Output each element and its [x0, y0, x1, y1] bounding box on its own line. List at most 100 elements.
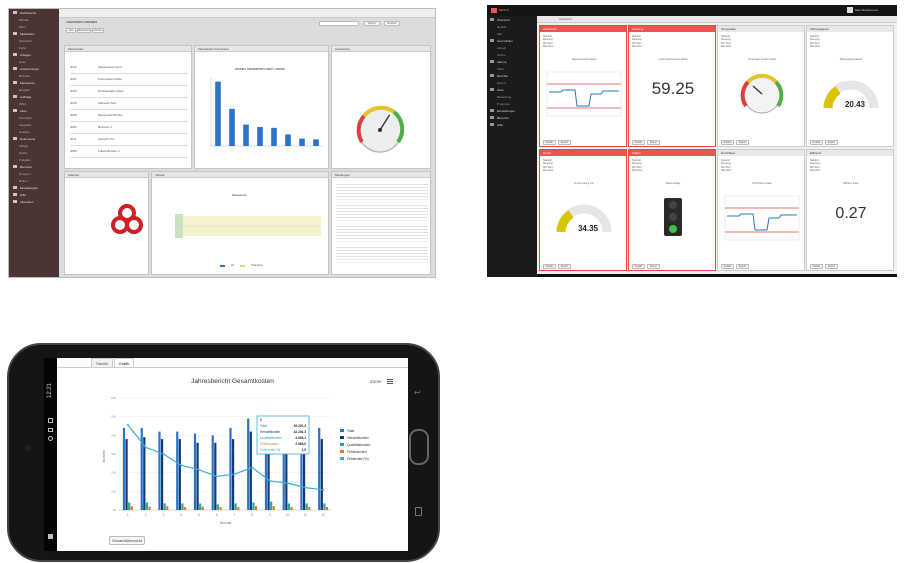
back-icon[interactable]: ↩ [414, 388, 421, 397]
sidebar-item[interactable]: Auswertungen [9, 65, 59, 72]
sidebar-item[interactable]: Übersicht [487, 16, 537, 23]
kpi-card[interactable]: Temperatur Standort Messung Min Wert Max Wer… [717, 25, 805, 147]
tab-overview[interactable]: Übersicht [559, 18, 572, 22]
card-button[interactable]: Export [736, 140, 749, 145]
bar[interactable] [229, 427, 232, 510]
card-button[interactable]: Export [558, 264, 571, 269]
bar[interactable] [299, 138, 305, 146]
bar[interactable] [285, 134, 291, 146]
menu-icon[interactable] [387, 379, 393, 384]
bar[interactable] [122, 427, 126, 510]
bar[interactable] [193, 433, 197, 510]
bar[interactable] [252, 502, 255, 510]
sidebar-item[interactable]: Ziele [9, 107, 59, 114]
table-row[interactable]: 0012 Wasserwerk Nord [70, 62, 188, 74]
news-item[interactable] [336, 182, 428, 200]
print-button[interactable]: Drucken [384, 21, 400, 26]
sidebar-item[interactable]: Kennzahl [9, 114, 59, 121]
sidebar-item[interactable]: Details [487, 23, 537, 30]
sidebar-item[interactable]: Rollen [9, 177, 59, 184]
sidebar-item[interactable]: Alle [487, 30, 537, 37]
card-button[interactable]: Export [647, 140, 660, 145]
bar[interactable] [163, 503, 166, 510]
sidebar-item[interactable]: Dashboards [9, 9, 59, 16]
news-item[interactable] [336, 224, 428, 242]
kpi-card[interactable]: Wirkungsgrad Standort Messung Min Wert Max W… [806, 25, 894, 147]
bar[interactable] [325, 507, 329, 510]
bar[interactable] [145, 502, 149, 510]
sidebar-item[interactable]: Module [9, 16, 59, 23]
sidebar-item[interactable]: Abmelden [9, 198, 59, 205]
bar[interactable] [178, 439, 181, 510]
card-button[interactable]: Details [632, 264, 645, 269]
bar[interactable] [287, 503, 291, 510]
bar[interactable] [323, 503, 326, 510]
card-button[interactable]: Export [736, 264, 749, 269]
news-item[interactable] [336, 203, 428, 221]
avatar[interactable] [847, 7, 853, 13]
sidebar-item[interactable]: Einstellungen [487, 107, 537, 114]
sidebar-item[interactable]: Suche [9, 149, 59, 156]
sidebar-item[interactable]: Aktuell [487, 44, 537, 51]
bar[interactable] [216, 504, 220, 510]
card-button[interactable]: Details [632, 140, 645, 145]
table-row[interactable]: 0058 Messpunkt Brücke [70, 110, 188, 122]
table-row[interactable]: 0063 Brunnen 4 [70, 122, 188, 134]
table-row[interactable]: 0045 Klärwerk Süd [70, 98, 188, 110]
overview-button[interactable]: Gesamtübersicht [109, 536, 145, 545]
bar[interactable] [158, 431, 161, 510]
sidebar-item[interactable]: Benutzer [487, 114, 537, 121]
sidebar-item[interactable]: Berichte [9, 72, 59, 79]
bar[interactable] [254, 506, 258, 510]
bar[interactable] [201, 506, 204, 510]
bar[interactable] [140, 427, 143, 510]
sidebar-item[interactable]: Vergleich [9, 121, 59, 128]
sidebar-item[interactable]: Dokumente [9, 135, 59, 142]
card-button[interactable]: Details [810, 140, 823, 145]
bar[interactable] [125, 439, 128, 510]
bar[interactable] [272, 506, 275, 510]
sidebar-item[interactable]: Kennzahlen [487, 37, 537, 44]
menu-key-icon[interactable] [415, 507, 422, 516]
sidebar-item[interactable]: Benutzer [9, 163, 59, 170]
tab-table[interactable]: Tabelle [91, 358, 113, 367]
new-button[interactable]: Neu [66, 28, 76, 33]
card-button[interactable]: Details [721, 140, 734, 145]
kpi-card[interactable]: Durchfluss Standort Messung Min Wert Max Wer… [717, 149, 805, 271]
sidebar-item[interactable]: Export [487, 79, 537, 86]
bar[interactable] [176, 431, 179, 510]
sidebar-item[interactable]: Eingabe [9, 86, 59, 93]
bar[interactable] [211, 435, 214, 510]
kpi-card[interactable]: Leistung Standort Messung Min Wert Max Wert L… [628, 25, 716, 147]
sidebar-item[interactable]: Analyse [9, 128, 59, 135]
zoom-label[interactable]: Zoom [370, 379, 382, 384]
sidebar-item[interactable]: Messwerte [9, 79, 59, 86]
bar[interactable] [128, 502, 131, 510]
bar[interactable] [249, 431, 252, 510]
bar[interactable] [215, 81, 221, 146]
card-button[interactable]: Details [543, 264, 556, 269]
table-row[interactable]: 0033 Hochbehälter West [70, 86, 188, 98]
bar[interactable] [181, 503, 184, 510]
bar[interactable] [313, 139, 319, 146]
sidebar-item[interactable]: Alarme [487, 58, 537, 65]
sidebar-item[interactable]: Freigabe [9, 156, 59, 163]
bar[interactable] [183, 507, 187, 510]
card-button[interactable]: Export [647, 264, 660, 269]
bar[interactable] [237, 507, 240, 510]
sidebar-item[interactable]: Liste [9, 58, 59, 65]
kpi-card[interactable]: Status Standort Messung Min Wert Max Wert Sta… [628, 149, 716, 271]
kpi-card[interactable]: Effizienz Standort Messung Min Wert Max Wert… [806, 149, 894, 271]
home-button[interactable] [409, 429, 429, 465]
sidebar-item[interactable]: Offen [487, 65, 537, 72]
sidebar-item[interactable]: Anlagen [9, 51, 59, 58]
sidebar-item[interactable]: Ablage [9, 142, 59, 149]
table-row[interactable]: 0071 Schacht Ost [70, 134, 188, 146]
sidebar-item[interactable]: Berichte [487, 72, 537, 79]
bar[interactable] [219, 507, 222, 510]
delete-button[interactable]: Löschen [92, 28, 104, 33]
bar[interactable] [247, 418, 250, 510]
card-button[interactable]: Export [558, 140, 571, 145]
sidebar-item[interactable]: Gruppen [9, 170, 59, 177]
kpi-card[interactable]: Verbrauch Standort Messung Min Wert Max Wert… [539, 25, 627, 147]
